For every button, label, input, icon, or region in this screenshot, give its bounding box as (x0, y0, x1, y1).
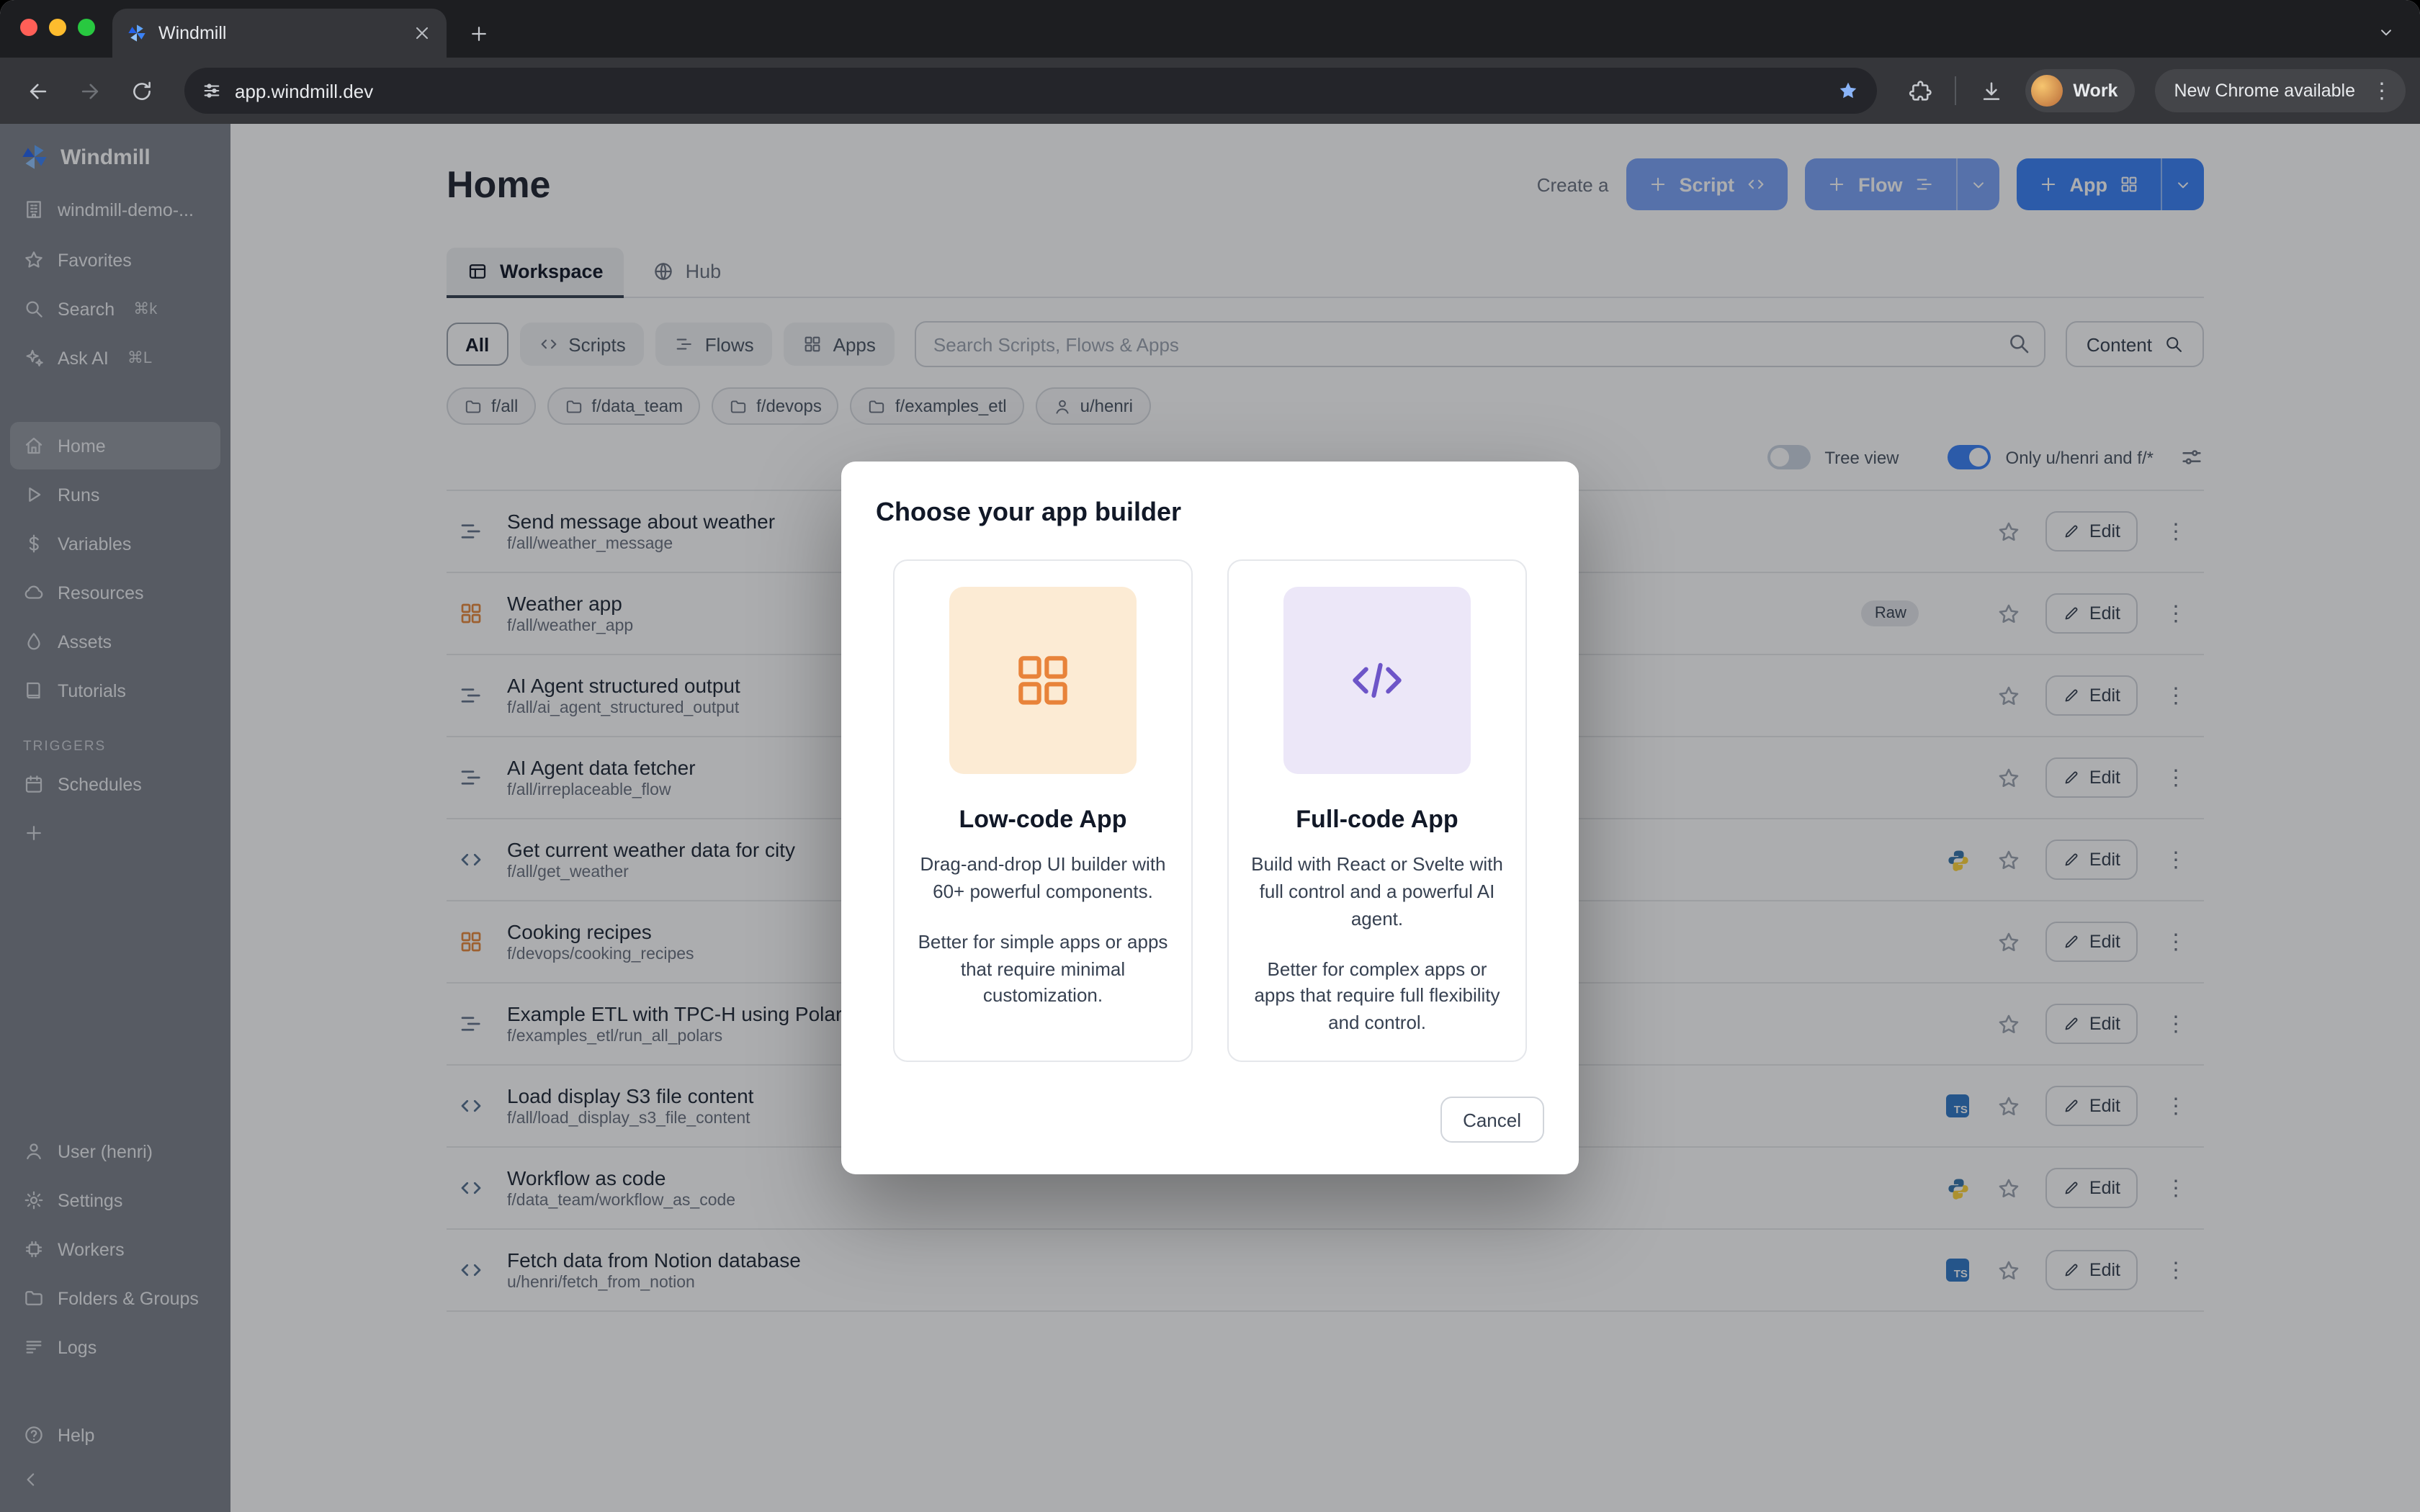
chrome-update-chip[interactable]: New Chrome available ⋮ (2155, 69, 2406, 112)
builder-card-title: Low-code App (915, 806, 1171, 834)
download-icon (1978, 78, 2003, 103)
reload-button[interactable] (118, 68, 164, 114)
builder-card-icon (1010, 647, 1076, 714)
browser-chrome: Windmill app.windmill.dev (0, 0, 2420, 124)
cancel-button[interactable]: Cancel (1440, 1097, 1544, 1143)
app-builder-card[interactable]: Low-code App Drag-and-drop UI builder wi… (893, 559, 1193, 1062)
chevron-down-icon (2376, 22, 2395, 41)
minimize-window-button[interactable] (49, 19, 66, 36)
tab-title: Windmill (158, 23, 400, 43)
app-builder-modal: Choose your app builder Low-code App Dra… (841, 462, 1579, 1174)
profile-chip[interactable]: Work (2025, 69, 2135, 112)
builder-card-description: Drag-and-drop UI builder with 60+ powerf… (915, 852, 1171, 906)
builder-card-icon (1344, 647, 1410, 714)
app-builder-card[interactable]: Full-code App Build with React or Svelte… (1227, 559, 1527, 1062)
close-tab-icon[interactable] (412, 23, 432, 43)
windmill-favicon (127, 23, 147, 43)
window-controls (20, 19, 95, 36)
toolbar-divider (1955, 76, 1956, 105)
modal-title: Choose your app builder (876, 498, 1544, 528)
builder-card-description: Build with React or Svelte with full con… (1249, 852, 1505, 933)
downloads-button[interactable] (1968, 68, 2014, 114)
forward-button[interactable] (66, 68, 112, 114)
url-text[interactable]: app.windmill.dev (235, 80, 1824, 102)
back-icon (25, 78, 50, 103)
zoom-window-button[interactable] (78, 19, 95, 36)
browser-menu-button[interactable]: ⋮ (2364, 80, 2400, 102)
builder-card-tile (949, 587, 1137, 774)
screen: Windmill app.windmill.dev (0, 0, 2420, 1512)
browser-toolbar: app.windmill.dev Work New Chrome availab… (0, 58, 2420, 124)
builder-cards: Low-code App Drag-and-drop UI builder wi… (876, 559, 1544, 1062)
reload-icon (129, 78, 153, 103)
builder-card-tile (1283, 587, 1471, 774)
builder-card-note: Better for complex apps or apps that req… (1249, 956, 1505, 1038)
update-label: New Chrome available (2174, 81, 2355, 101)
address-bar[interactable]: app.windmill.dev (184, 68, 1877, 114)
forward-icon (77, 78, 102, 103)
close-window-button[interactable] (20, 19, 37, 36)
new-tab-button[interactable] (458, 13, 498, 53)
builder-card-note: Better for simple apps or apps that requ… (915, 929, 1171, 1010)
browser-tab[interactable]: Windmill (112, 9, 447, 58)
back-button[interactable] (14, 68, 60, 114)
builder-card-title: Full-code App (1249, 806, 1505, 834)
profile-label: Work (2073, 81, 2118, 101)
tab-search-button[interactable] (2365, 12, 2406, 52)
puzzle-icon (1908, 78, 1932, 103)
bookmark-star-icon[interactable] (1837, 79, 1860, 102)
modal-footer: Cancel (876, 1097, 1544, 1143)
windmill-page: Windmill windmill-demo-... Favorites (0, 124, 2420, 1512)
extensions-button[interactable] (1897, 68, 1943, 114)
plus-icon (467, 22, 489, 44)
avatar (2031, 75, 2063, 107)
tab-strip: Windmill (0, 0, 2420, 58)
site-info-icon[interactable] (202, 81, 222, 101)
